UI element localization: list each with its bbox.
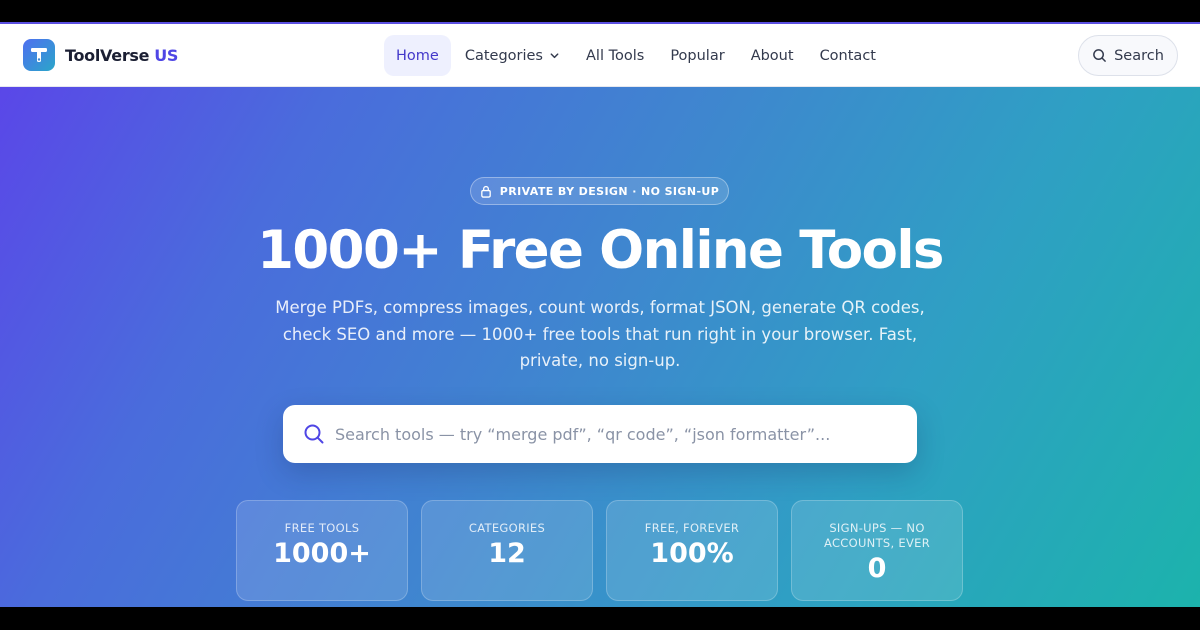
nav-item-contact[interactable]: Contact — [808, 35, 888, 76]
nav-item-about[interactable]: About — [739, 35, 806, 76]
stat-value: 100% — [650, 538, 734, 569]
tool-search-input[interactable] — [335, 414, 895, 454]
tool-search-box — [283, 405, 917, 463]
brand[interactable]: ToolVerse US — [23, 39, 178, 71]
stat-card-sign-ups: SIGN-UPS — NO ACCOUNTS, EVER 0 — [791, 500, 963, 601]
nav-item-popular[interactable]: Popular — [658, 35, 736, 76]
search-icon — [304, 424, 324, 444]
badge-text: PRIVATE BY DESIGN · NO SIGN-UP — [499, 184, 720, 198]
stats-row: FREE TOOLS 1000+ CATEGORIES 12 FREE, FOR… — [236, 500, 963, 601]
brand-name: ToolVerse US — [65, 45, 179, 65]
stat-card-free-forever: FREE, FOREVER 100% — [606, 500, 778, 601]
main-nav: Home Categories All Tools Popular About … — [384, 35, 888, 76]
nav-item-home[interactable]: Home — [384, 35, 451, 76]
browser-bottom-bar — [0, 607, 1200, 630]
nav-item-categories[interactable]: Categories — [453, 35, 572, 76]
chevron-down-icon — [550, 53, 559, 59]
stat-value: 0 — [867, 553, 887, 584]
nav-item-all-tools[interactable]: All Tools — [574, 35, 656, 76]
tool-t-icon — [23, 39, 55, 71]
search-icon — [1093, 49, 1106, 62]
stat-card-free-tools: FREE TOOLS 1000+ — [236, 500, 408, 601]
privacy-badge: PRIVATE BY DESIGN · NO SIGN-UP — [470, 177, 729, 205]
stat-card-categories: CATEGORIES 12 — [421, 500, 593, 601]
hero-subtitle: Merge PDFs, compress images, count words… — [275, 298, 925, 370]
header-search-label: Search — [1114, 47, 1164, 64]
header-search-button[interactable]: Search — [1078, 35, 1178, 76]
brand-accent: US — [154, 45, 179, 65]
site-header: ToolVerse US Home Categories All Tools Po… — [0, 24, 1200, 87]
hero-title: 1000+ Free Online Tools — [257, 220, 944, 281]
lock-icon — [480, 185, 491, 198]
stat-label: FREE, FOREVER — [644, 521, 740, 535]
stat-value: 12 — [488, 538, 526, 569]
stat-label: FREE TOOLS — [284, 521, 360, 535]
stat-label: CATEGORIES — [468, 521, 546, 535]
stat-value: 1000+ — [273, 538, 371, 569]
browser-top-bar — [0, 0, 1200, 24]
stat-label: SIGN-UPS — NO ACCOUNTS, EVER — [823, 521, 931, 550]
hero-section: PRIVATE BY DESIGN · NO SIGN-UP 1000+ Fre… — [0, 87, 1200, 607]
